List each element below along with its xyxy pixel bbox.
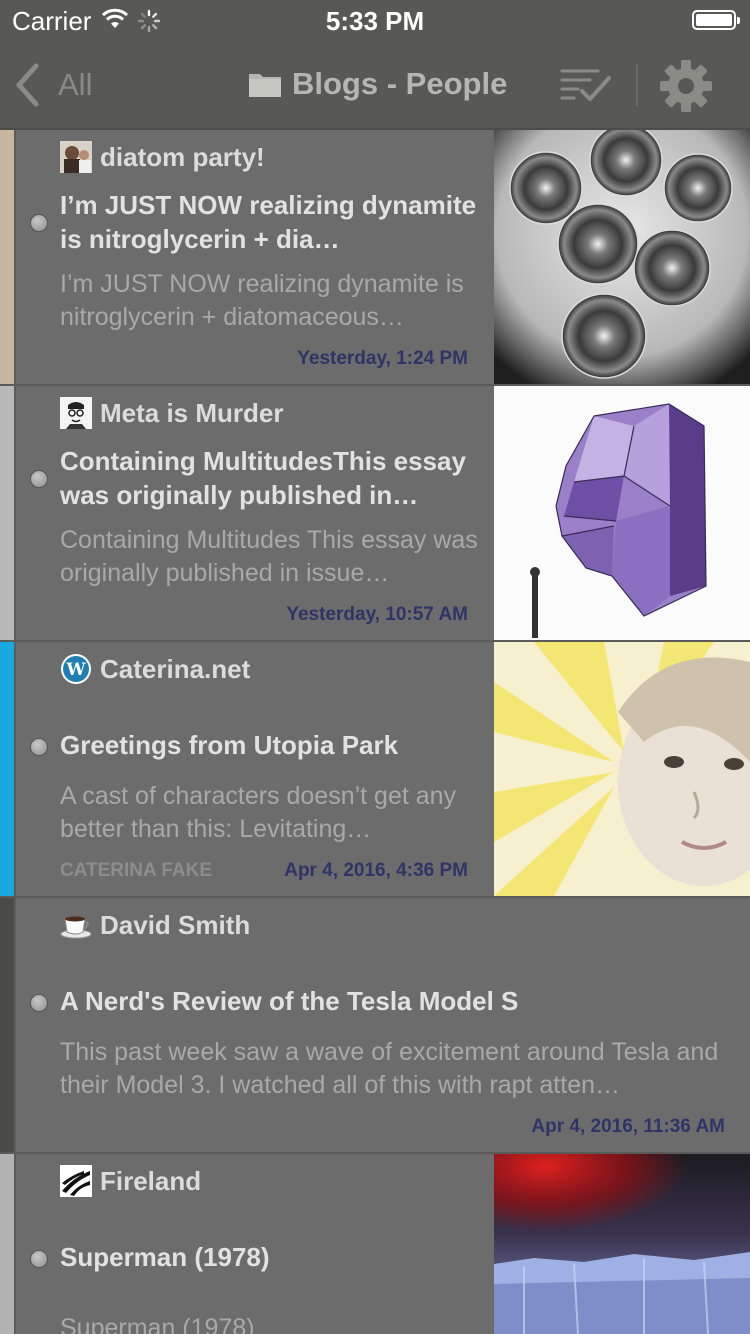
svg-text:W: W (65, 660, 86, 680)
stripe-divider (14, 642, 16, 896)
story-date: Yesterday, 1:24 PM (297, 348, 468, 369)
story-source: diatom party! (60, 140, 265, 174)
back-button[interactable]: All (14, 62, 92, 108)
chevron-left-icon (16, 63, 39, 107)
story-source: W Caterina.net (60, 652, 250, 686)
story-thumbnail (494, 130, 750, 384)
source-name: David Smith (100, 909, 251, 940)
mark-all-read-icon (560, 69, 611, 101)
story-thumbnail (494, 642, 750, 896)
navigation-bar: All Blogs - People (0, 40, 750, 130)
story-row-david-smith[interactable]: David Smith A Nerd's Review of the Tesla… (0, 898, 750, 1154)
gear-icon (660, 60, 712, 112)
clock: 5:33 PM (325, 6, 425, 36)
story-source: Meta is Murder (60, 396, 284, 430)
fireland-logo-icon (60, 1165, 92, 1197)
battery-full-icon (692, 10, 740, 30)
mark-all-read-button[interactable] (560, 66, 612, 109)
story-row-diatom-party[interactable]: diatom party! I’m JUST NOW realizing dyn… (0, 130, 750, 386)
feed-color-stripe (0, 898, 14, 1152)
settings-button[interactable] (658, 58, 714, 119)
story-title: A Nerd's Review of the Tesla Model S (60, 986, 519, 1016)
unread-indicator (30, 470, 48, 488)
feed-color-stripe (0, 1154, 14, 1334)
story-row-fireland[interactable]: Fireland Superman (1978) Superman (1978) (0, 1154, 750, 1334)
stripe-divider (14, 898, 16, 1152)
story-row-caterina-net[interactable]: W Caterina.net Greetings from Utopia Par… (0, 642, 750, 898)
feed-color-stripe (0, 386, 14, 640)
folder-title: Blogs - People (248, 66, 507, 102)
story-title: Containing MultitudesThis essay was orig… (60, 446, 466, 510)
back-label: All (58, 67, 93, 102)
story-source: Fireland (60, 1164, 201, 1198)
stripe-divider (14, 1154, 16, 1334)
story-snippet: Superman (1978) (60, 1314, 255, 1334)
story-author: CATERINA FAKE (60, 860, 212, 881)
story-date: Yesterday, 10:57 AM (286, 604, 468, 625)
sketch-portrait-icon (60, 397, 92, 429)
story-source: David Smith (60, 908, 250, 942)
story-title: Greetings from Utopia Park (60, 730, 399, 760)
story-snippet: This past week saw a wave of excitement … (60, 1038, 719, 1099)
wordpress-icon: W (60, 653, 92, 685)
folder-icon (249, 74, 281, 97)
toolbar-divider (636, 64, 638, 106)
source-name: Caterina.net (100, 653, 251, 684)
feed-color-stripe (0, 642, 14, 896)
story-thumbnail (494, 386, 750, 640)
story-snippet: A cast of characters doesn’t get any bet… (60, 782, 457, 843)
source-name: Fireland (100, 1165, 202, 1196)
story-list: diatom party! I’m JUST NOW realizing dyn… (0, 130, 750, 1334)
story-title: I’m JUST NOW realizing dynamite is nitro… (60, 190, 477, 254)
unread-indicator (30, 1250, 48, 1268)
feed-color-stripe (0, 130, 14, 384)
story-date: Apr 4, 2016, 4:36 PM (284, 860, 468, 881)
person-photo-icon (60, 141, 92, 173)
story-snippet: I’m JUST NOW realizing dynamite is nitro… (60, 270, 464, 331)
page-title: Blogs - People (292, 66, 508, 101)
source-name: diatom party! (100, 141, 265, 172)
story-date: Apr 4, 2016, 11:36 AM (531, 1116, 725, 1137)
story-snippet: Containing Multitudes This essay was ori… (60, 526, 478, 587)
unread-indicator (30, 994, 48, 1012)
unread-indicator (30, 214, 48, 232)
coffee-cup-icon (60, 909, 92, 941)
stripe-divider (14, 386, 16, 640)
story-title: Superman (1978) (60, 1242, 270, 1272)
status-bar: Carrier 5:33 PM (0, 0, 750, 40)
story-row-meta-is-murder[interactable]: Meta is Murder Containing MultitudesThis… (0, 386, 750, 642)
stripe-divider (14, 130, 16, 384)
source-name: Meta is Murder (100, 397, 284, 428)
story-thumbnail (494, 1154, 750, 1334)
unread-indicator (30, 738, 48, 756)
